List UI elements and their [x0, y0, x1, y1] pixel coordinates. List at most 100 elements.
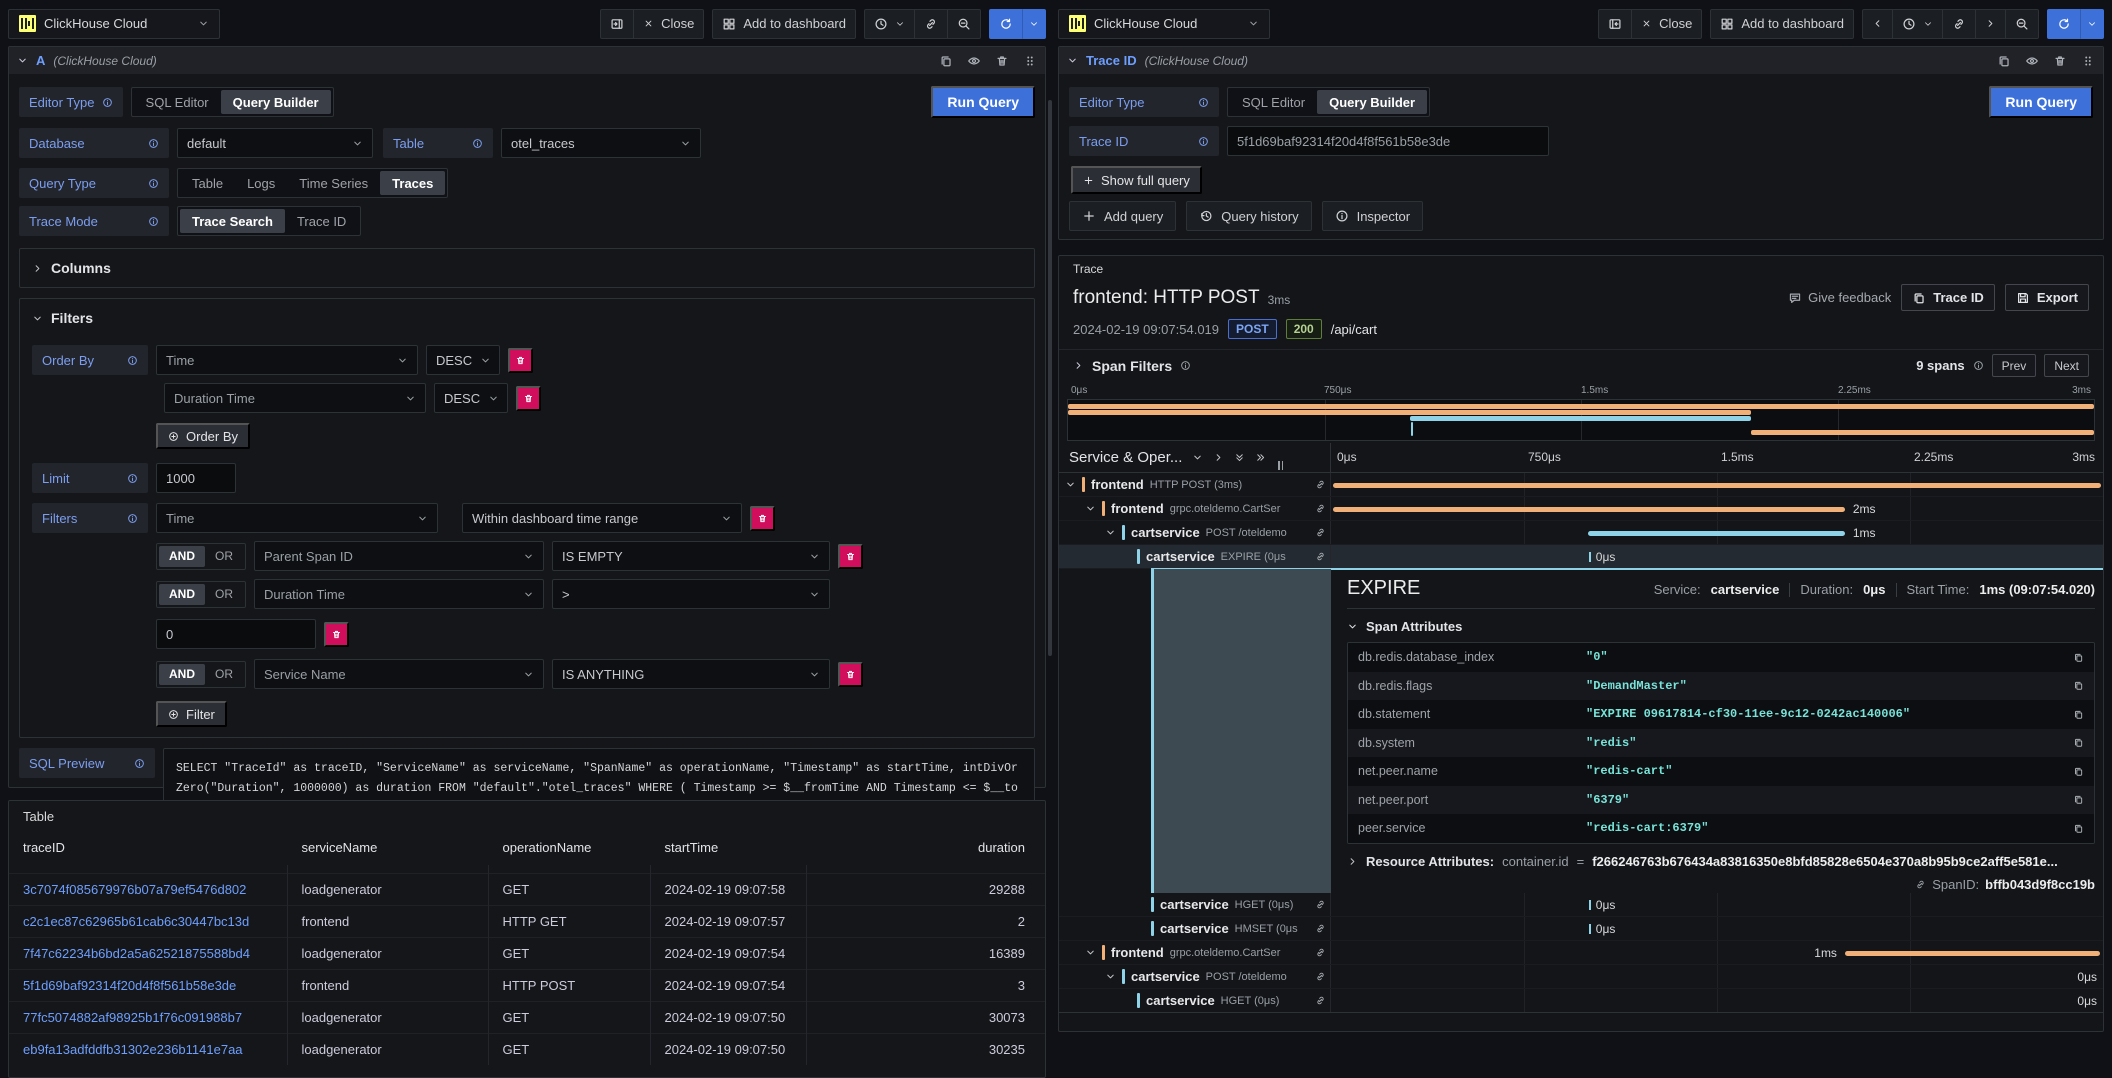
info-icon[interactable] — [1973, 360, 1984, 371]
remove-filter-button[interactable] — [838, 662, 863, 687]
duplicate-query-icon[interactable] — [939, 54, 953, 68]
close-pane-button[interactable]: Close — [1631, 9, 1702, 39]
table-row[interactable]: 3c7074f085679976b07a79ef5476d802 loadgen… — [9, 874, 1045, 906]
order-by-direction-select[interactable]: DESC — [426, 345, 500, 375]
table-row[interactable]: eb9fa13adfddfb31302e236b1141e7aa loadgen… — [9, 1034, 1045, 1066]
order-by-direction-select[interactable]: DESC — [434, 383, 508, 413]
column-header[interactable]: startTime — [650, 830, 806, 865]
filter-operator-select[interactable]: IS ANYTHING — [552, 659, 830, 689]
table-row[interactable]: 7f47c62234b6bd2a5a62521875588bd4 loadgen… — [9, 938, 1045, 970]
trace-mode-search[interactable]: Trace Search — [180, 209, 285, 233]
span-row[interactable]: cartservice POST /oteldemo 0μs — [1059, 965, 2103, 989]
duplicate-query-icon[interactable] — [1997, 54, 2011, 68]
collapse-chevron-icon[interactable] — [1067, 55, 1078, 66]
span-link-icon[interactable] — [1315, 971, 1326, 982]
chevron-right-icon[interactable] — [1213, 452, 1224, 463]
collapse-chevron-icon[interactable] — [17, 55, 28, 66]
filter-operator-select[interactable]: IS EMPTY — [552, 541, 830, 571]
delete-query-icon[interactable] — [995, 54, 1009, 68]
span-link-icon[interactable] — [1315, 995, 1326, 1006]
chevron-down-icon[interactable] — [1192, 452, 1203, 463]
span-row[interactable]: frontend grpc.oteldemo.CartSer 2ms — [1059, 497, 2103, 521]
hide-query-icon[interactable] — [967, 54, 981, 68]
copy-icon[interactable] — [2073, 823, 2084, 834]
tab-sql-editor[interactable]: SQL Editor — [1230, 90, 1317, 114]
span-row[interactable]: frontend grpc.oteldemo.CartSer 1ms — [1059, 941, 2103, 965]
span-link-icon[interactable] — [1315, 923, 1326, 934]
query-type-timeseries[interactable]: Time Series — [287, 171, 380, 195]
table-row[interactable]: 77fc5074882af98925b1f76c091988b7 loadgen… — [9, 1002, 1045, 1034]
query-type-table[interactable]: Table — [180, 171, 235, 195]
add-order-by-button[interactable]: Order By — [156, 423, 250, 449]
scrollbar[interactable] — [1048, 100, 1052, 656]
limit-input[interactable] — [156, 463, 236, 493]
and-option[interactable]: AND — [159, 584, 205, 605]
filters-section-header[interactable]: Filters — [32, 307, 1022, 329]
trace-id-button[interactable]: Trace ID — [1901, 284, 1995, 311]
and-option[interactable]: AND — [159, 664, 205, 685]
or-option[interactable]: OR — [205, 546, 243, 567]
copy-icon[interactable] — [2073, 652, 2084, 663]
remove-filter-button[interactable] — [750, 506, 775, 531]
filter-field-select[interactable]: Service Name — [254, 659, 544, 689]
zoom-out-button[interactable] — [2005, 9, 2039, 39]
collapse-chevron-icon[interactable] — [1085, 503, 1096, 514]
and-option[interactable]: AND — [159, 546, 205, 567]
column-resize-handle[interactable] — [1278, 461, 1283, 470]
chevron-right-icon[interactable] — [1347, 856, 1358, 867]
order-by-field-select[interactable]: Time — [156, 345, 418, 375]
span-bar[interactable] — [1845, 951, 2100, 956]
span-row[interactable]: cartservice POST /oteldemo 1ms — [1059, 521, 2103, 545]
trace-id-link[interactable]: 3c7074f085679976b07a79ef5476d802 — [23, 882, 246, 897]
info-icon[interactable] — [134, 758, 145, 769]
refresh-button[interactable] — [989, 9, 1022, 39]
copy-icon[interactable] — [2073, 709, 2084, 720]
span-bar[interactable] — [1588, 531, 1845, 536]
table-row[interactable]: 5f1d69baf92314f20d4f8f561b58e3de fronten… — [9, 970, 1045, 1002]
span-row-selected[interactable]: cartservice EXPIRE (0μs 0μs — [1059, 545, 2103, 569]
collapse-chevron-icon[interactable] — [1065, 479, 1076, 490]
copy-icon[interactable] — [2073, 737, 2084, 748]
tab-sql-editor[interactable]: SQL Editor — [134, 90, 221, 114]
add-query-button[interactable]: Add query — [1069, 201, 1176, 231]
trace-id-link[interactable]: 5f1d69baf92314f20d4f8f561b58e3de — [23, 978, 236, 993]
share-link-button[interactable] — [1942, 9, 1975, 39]
give-feedback-link[interactable]: Give feedback — [1788, 290, 1891, 305]
query-type-traces[interactable]: Traces — [380, 171, 445, 195]
trace-id-link[interactable]: 7f47c62234b6bd2a5a62521875588bd4 — [23, 946, 250, 961]
trace-id-link[interactable]: 77fc5074882af98925b1f76c091988b7 — [23, 1010, 242, 1025]
span-filters-label[interactable]: Span Filters — [1092, 358, 1172, 374]
info-icon[interactable] — [127, 513, 138, 524]
span-tick[interactable] — [1589, 924, 1591, 934]
span-link-icon[interactable] — [1315, 899, 1326, 910]
remove-filter-button[interactable] — [838, 544, 863, 569]
add-filter-button[interactable]: Filter — [156, 701, 227, 727]
tab-query-builder[interactable]: Query Builder — [1317, 90, 1427, 114]
span-bar[interactable] — [1333, 507, 1845, 512]
copy-icon[interactable] — [2073, 794, 2084, 805]
refresh-button[interactable] — [2047, 9, 2080, 39]
column-header[interactable]: traceID — [9, 830, 287, 865]
or-option[interactable]: OR — [205, 664, 243, 685]
query-row-header[interactable]: A (ClickHouse Cloud) — [9, 47, 1045, 74]
column-header[interactable]: serviceName — [287, 830, 488, 865]
trace-id-input[interactable] — [1227, 126, 1549, 156]
time-shift-left-button[interactable] — [1862, 9, 1892, 39]
double-chevron-down-icon[interactable] — [1234, 452, 1245, 463]
span-attributes-header[interactable]: Span Attributes — [1347, 619, 2095, 634]
datasource-picker[interactable]: ClickHouse Cloud — [1058, 9, 1270, 39]
filter-value-input[interactable] — [156, 619, 316, 649]
filter-field-select[interactable]: Duration Time — [254, 579, 544, 609]
info-icon[interactable] — [148, 138, 159, 149]
link-icon[interactable] — [1915, 879, 1926, 890]
drag-handle-icon[interactable] — [1023, 54, 1037, 68]
info-icon[interactable] — [127, 355, 138, 366]
inspector-button[interactable]: Inspector — [1322, 201, 1423, 231]
share-link-button[interactable] — [914, 9, 947, 39]
collapse-chevron-icon[interactable] — [1105, 971, 1116, 982]
trace-mode-id[interactable]: Trace ID — [285, 209, 358, 233]
info-icon[interactable] — [1180, 360, 1191, 371]
run-query-button[interactable]: Run Query — [1989, 86, 2093, 118]
drag-handle-icon[interactable] — [2081, 54, 2095, 68]
span-tick[interactable] — [1589, 552, 1591, 562]
